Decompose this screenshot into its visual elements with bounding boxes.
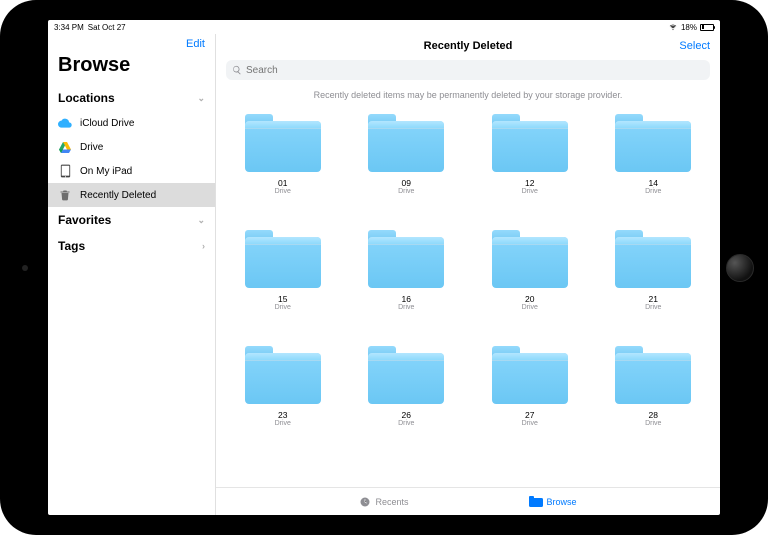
sidebar: Edit Browse Locations ⌄ iCloud Drive: [48, 34, 216, 515]
edit-button[interactable]: Edit: [186, 38, 205, 50]
section-tags-label: Tags: [58, 239, 85, 253]
folder-name: 15: [278, 294, 287, 304]
folder-name: 28: [649, 410, 658, 420]
screen: 3:34 PM Sat Oct 27 18% Edit Browse Locat…: [48, 20, 720, 515]
tab-browse[interactable]: Browse: [529, 496, 577, 507]
folder-icon: [492, 346, 568, 404]
search-icon: [232, 65, 242, 75]
cloud-icon: [58, 116, 72, 130]
section-favorites[interactable]: Favorites ⌄: [48, 207, 215, 233]
search-input[interactable]: [226, 60, 710, 80]
folder-name: 23: [278, 410, 287, 420]
folder-source: Drive: [275, 188, 291, 195]
folder-icon: [368, 114, 444, 172]
folder-source: Drive: [522, 188, 538, 195]
folder-name: 09: [402, 178, 411, 188]
folder-icon: [245, 114, 321, 172]
folder-icon: [615, 346, 691, 404]
tab-recents[interactable]: Recents: [359, 496, 408, 508]
folder-item[interactable]: 26Drive: [366, 340, 446, 452]
folder-item[interactable]: 23Drive: [243, 340, 323, 452]
folder-icon: [615, 114, 691, 172]
folder-name: 21: [649, 294, 658, 304]
folder-item[interactable]: 01Drive: [243, 108, 323, 220]
sidebar-item-recently-deleted[interactable]: Recently Deleted: [48, 183, 215, 207]
tab-recents-label: Recents: [375, 497, 408, 507]
wifi-icon: [668, 23, 678, 31]
section-locations[interactable]: Locations ⌄: [48, 85, 215, 111]
status-bar: 3:34 PM Sat Oct 27 18%: [48, 20, 720, 34]
folder-item[interactable]: 16Drive: [366, 224, 446, 336]
chevron-down-icon: ⌄: [197, 215, 205, 226]
folder-source: Drive: [398, 304, 414, 311]
folder-source: Drive: [645, 188, 661, 195]
folder-name: 14: [649, 178, 658, 188]
sidebar-item-label: Recently Deleted: [80, 190, 156, 201]
folder-name: 27: [525, 410, 534, 420]
clock-icon: [359, 496, 371, 508]
tab-browse-label: Browse: [547, 497, 577, 507]
folder-name: 20: [525, 294, 534, 304]
battery-icon: [700, 24, 714, 31]
status-date: Sat Oct 27: [88, 23, 126, 32]
folder-icon: [492, 114, 568, 172]
folder-source: Drive: [645, 420, 661, 427]
folder-item[interactable]: 09Drive: [366, 108, 446, 220]
search-field[interactable]: [246, 65, 704, 76]
content: Recently Deleted Select Recently deleted…: [216, 34, 720, 515]
ipad-icon: [58, 164, 72, 178]
folder-source: Drive: [398, 188, 414, 195]
trash-icon: [58, 188, 72, 202]
gdrive-icon: [58, 140, 72, 154]
folder-source: Drive: [645, 304, 661, 311]
folder-source: Drive: [275, 420, 291, 427]
sidebar-item-label: Drive: [80, 142, 103, 153]
select-button[interactable]: Select: [679, 40, 710, 52]
section-favorites-label: Favorites: [58, 213, 111, 227]
sidebar-item-label: iCloud Drive: [80, 118, 134, 129]
chevron-down-icon: ⌄: [197, 93, 205, 104]
page-title: Recently Deleted: [424, 40, 513, 52]
folder-icon: [492, 230, 568, 288]
sidebar-item-label: On My iPad: [80, 166, 132, 177]
folder-icon: [368, 230, 444, 288]
folder-item[interactable]: 21Drive: [613, 224, 693, 336]
sidebar-item-onmyipad[interactable]: On My iPad: [48, 159, 215, 183]
folder-name: 26: [402, 410, 411, 420]
folder-icon: [245, 346, 321, 404]
battery-percent: 18%: [681, 23, 697, 32]
folder-item[interactable]: 27Drive: [490, 340, 570, 452]
folder-name: 01: [278, 178, 287, 188]
folder-source: Drive: [275, 304, 291, 311]
section-locations-label: Locations: [58, 91, 115, 105]
section-tags[interactable]: Tags ›: [48, 233, 215, 259]
folder-source: Drive: [522, 420, 538, 427]
info-note: Recently deleted items may be permanentl…: [216, 86, 720, 106]
ipad-frame: 3:34 PM Sat Oct 27 18% Edit Browse Locat…: [0, 0, 768, 535]
folder-icon: [368, 346, 444, 404]
sidebar-item-icloud[interactable]: iCloud Drive: [48, 111, 215, 135]
folder-item[interactable]: 14Drive: [613, 108, 693, 220]
folder-grid: 01Drive09Drive12Drive14Drive15Drive16Dri…: [216, 106, 720, 487]
folder-icon: [615, 230, 691, 288]
sidebar-title: Browse: [48, 50, 215, 85]
camera-dot: [22, 265, 28, 271]
folder-item[interactable]: 12Drive: [490, 108, 570, 220]
tab-bar: Recents Browse: [216, 487, 720, 515]
folder-source: Drive: [398, 420, 414, 427]
folder-item[interactable]: 15Drive: [243, 224, 323, 336]
folder-icon: [529, 496, 543, 507]
folder-item[interactable]: 20Drive: [490, 224, 570, 336]
folder-name: 16: [402, 294, 411, 304]
folder-source: Drive: [522, 304, 538, 311]
folder-icon: [245, 230, 321, 288]
sidebar-item-gdrive[interactable]: Drive: [48, 135, 215, 159]
folder-name: 12: [525, 178, 534, 188]
status-time: 3:34 PM: [54, 23, 84, 32]
chevron-right-icon: ›: [202, 241, 205, 251]
folder-item[interactable]: 28Drive: [613, 340, 693, 452]
home-button[interactable]: [726, 254, 754, 282]
